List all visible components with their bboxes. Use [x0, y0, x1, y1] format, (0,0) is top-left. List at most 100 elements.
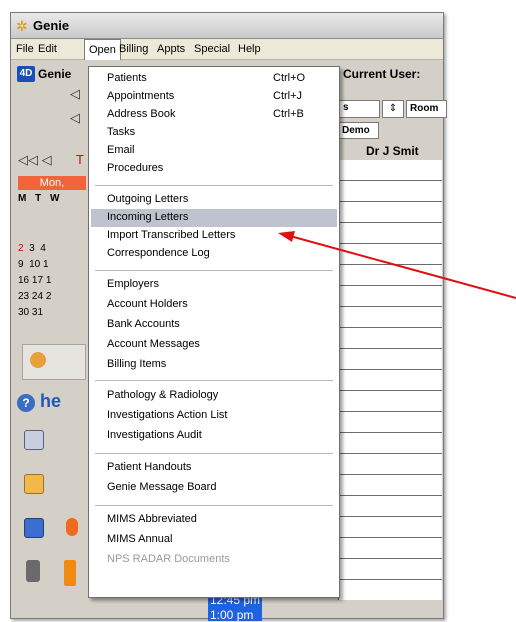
- menu-item-investigations-audit[interactable]: Investigations Audit: [91, 427, 337, 445]
- people-icon[interactable]: [30, 352, 46, 368]
- menu-item-label: MIMS Annual: [107, 533, 173, 545]
- menu-item-investigations-action-list[interactable]: Investigations Action List: [91, 407, 337, 425]
- menu-item-outgoing-letters[interactable]: Outgoing Letters: [91, 191, 337, 209]
- trash-icon[interactable]: [26, 560, 40, 582]
- nav-prev-icon[interactable]: ◁: [70, 86, 80, 102]
- menu-item-address-book[interactable]: Address Book Ctrl+B: [91, 106, 337, 124]
- menu-item-patients[interactable]: Patients Ctrl+O: [91, 70, 337, 88]
- stepper-arrows-icon[interactable]: ⇕: [382, 100, 404, 118]
- menu-billing[interactable]: Billing: [119, 43, 148, 55]
- menu-item-label: Tasks: [107, 126, 136, 138]
- calendar-day[interactable]: 1: [46, 275, 52, 286]
- menu-item-mims-annual[interactable]: MIMS Annual: [91, 531, 337, 549]
- menu-item-label: Procedures: [107, 162, 164, 174]
- calendar-day[interactable]: 4: [40, 243, 46, 254]
- menu-item-procedures[interactable]: Procedures: [91, 160, 337, 178]
- calendar-day[interactable]: 30: [18, 307, 29, 318]
- menu-item-employers[interactable]: Employers: [91, 276, 337, 294]
- room-select[interactable]: s: [338, 100, 380, 118]
- menu-open[interactable]: Open: [84, 39, 121, 60]
- menu-item-shortcut: Ctrl+J: [273, 90, 303, 102]
- calendar-day[interactable]: 16: [18, 275, 29, 286]
- menu-item-label: Incoming Letters: [107, 211, 189, 223]
- menu-appts[interactable]: Appts: [157, 43, 185, 55]
- day-button[interactable]: Mon,: [18, 176, 86, 190]
- room-button[interactable]: Room: [406, 100, 447, 118]
- current-user-label: Current User:: [343, 67, 421, 81]
- genie-app-icon: ✲: [16, 18, 28, 34]
- menu-item-label: Correspondence Log: [107, 247, 210, 259]
- orange-badge-icon[interactable]: [66, 518, 78, 536]
- menu-separator: [95, 453, 333, 454]
- schedule-grid[interactable]: [338, 160, 442, 600]
- menu-file[interactable]: File: [16, 43, 34, 55]
- help-label[interactable]: he: [40, 391, 61, 412]
- grid-line: [338, 411, 442, 412]
- calendar-day[interactable]: 31: [32, 307, 43, 318]
- dollar-icon[interactable]: [64, 560, 76, 586]
- menu-item-bank-accounts[interactable]: Bank Accounts: [91, 316, 337, 334]
- demo-tab[interactable]: Demo: [338, 122, 379, 139]
- calendar-day[interactable]: 17: [32, 275, 43, 286]
- grid-line: [338, 579, 442, 580]
- open-menu-dropdown: Patients Ctrl+O Appointments Ctrl+J Addres…: [88, 66, 340, 598]
- menu-item-shortcut: Ctrl+O: [273, 72, 306, 84]
- menu-item-label: Account Messages: [107, 338, 200, 350]
- 4d-logo-icon: 4D: [17, 66, 35, 82]
- menu-edit[interactable]: Edit: [38, 43, 57, 55]
- menu-special[interactable]: Special: [194, 43, 230, 55]
- calendar-day[interactable]: 3: [29, 243, 35, 254]
- nav-first-icon[interactable]: ◁◁ ◁: [18, 152, 52, 168]
- calendar-weekdays: M T W: [18, 193, 63, 204]
- help-icon[interactable]: ?: [17, 394, 35, 412]
- menu-item-label: Bank Accounts: [107, 318, 180, 330]
- calendar-day[interactable]: 10: [29, 259, 40, 270]
- calendar-day[interactable]: 2: [18, 243, 24, 254]
- calendar-day[interactable]: 23: [18, 291, 29, 302]
- today-marker[interactable]: T: [76, 152, 84, 167]
- document-list-icon[interactable]: [24, 430, 44, 450]
- calendar-day[interactable]: 24: [32, 291, 43, 302]
- grid-line: [338, 285, 442, 286]
- menu-item-incoming-letters[interactable]: Incoming Letters: [91, 209, 337, 227]
- grid-line: [338, 348, 442, 349]
- calendar-row: 23 24 2: [18, 291, 51, 302]
- menu-separator: [95, 505, 333, 506]
- menu-item-mims-abbreviated[interactable]: MIMS Abbreviated: [91, 511, 337, 529]
- card-icon[interactable]: [24, 518, 44, 538]
- doctor-column-header: Dr J Smit: [366, 144, 419, 158]
- menu-item-email[interactable]: Email: [91, 142, 337, 160]
- menu-separator: [95, 270, 333, 271]
- menu-item-label: Employers: [107, 278, 159, 290]
- calendar-day[interactable]: 2: [46, 291, 52, 302]
- menu-item-correspondence-log[interactable]: Correspondence Log: [91, 245, 337, 263]
- calendar-row: 30 31: [18, 307, 43, 318]
- menu-item-appointments[interactable]: Appointments Ctrl+J: [91, 88, 337, 106]
- room-select-value: s: [343, 102, 349, 113]
- menu-item-genie-message-board[interactable]: Genie Message Board: [91, 479, 337, 497]
- grid-line: [338, 201, 442, 202]
- menu-item-label: Genie Message Board: [107, 481, 217, 493]
- calendar-day[interactable]: 1: [43, 259, 49, 270]
- menu-item-label: MIMS Abbreviated: [107, 513, 197, 525]
- grid-line: [338, 327, 442, 328]
- menu-item-account-messages[interactable]: Account Messages: [91, 336, 337, 354]
- menu-item-account-holders[interactable]: Account Holders: [91, 296, 337, 314]
- menu-help[interactable]: Help: [238, 43, 261, 55]
- grid-line: [338, 495, 442, 496]
- nav-prev-icon[interactable]: ◁: [70, 110, 80, 126]
- menu-item-label: Appointments: [107, 90, 175, 102]
- menu-item-patient-handouts[interactable]: Patient Handouts: [91, 459, 337, 477]
- menu-separator: [95, 185, 333, 186]
- calendar-row: 9 10 1: [18, 259, 49, 270]
- menu-item-billing-items[interactable]: Billing Items: [91, 356, 337, 374]
- folder-icon[interactable]: [24, 474, 44, 494]
- grid-line: [338, 264, 442, 265]
- calendar-day[interactable]: 9: [18, 259, 24, 270]
- menu-item-pathology-radiology[interactable]: Pathology & Radiology: [91, 387, 337, 405]
- menu-item-label: Email: [107, 144, 135, 156]
- menu-item-tasks[interactable]: Tasks: [91, 124, 337, 142]
- menu-item-label: Address Book: [107, 108, 176, 120]
- grid-line: [338, 474, 442, 475]
- menu-item-import-transcribed-letters[interactable]: Import Transcribed Letters: [91, 227, 337, 245]
